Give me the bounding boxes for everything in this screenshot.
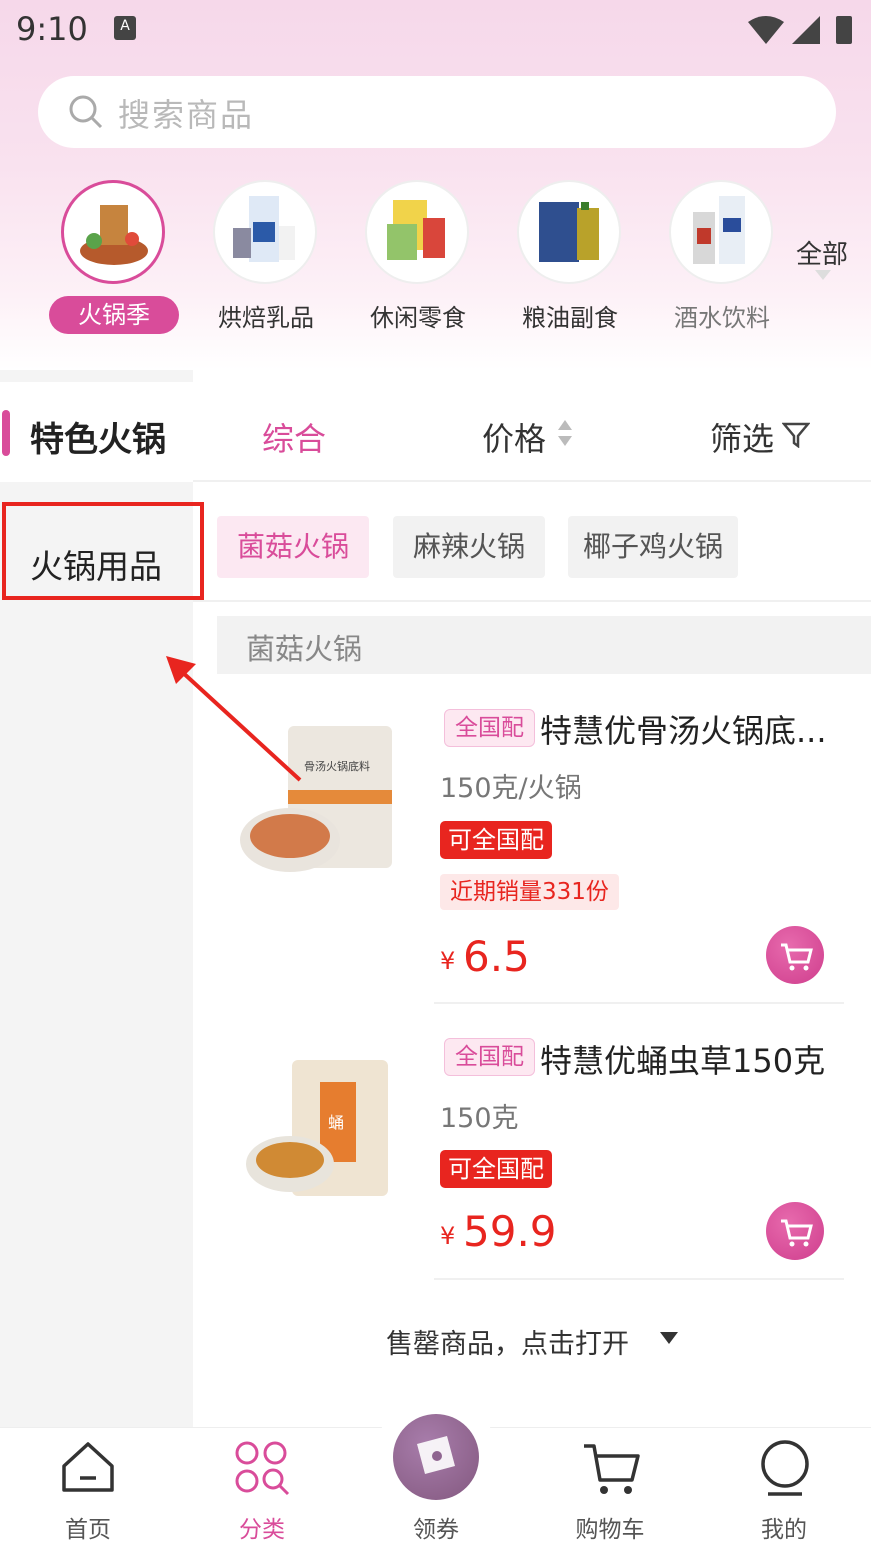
product-spec: 150克/火锅 (440, 773, 582, 804)
subtag-mushroom-hotpot[interactable]: 菌菇火锅 (217, 516, 369, 578)
sort-filter[interactable]: 筛选 (710, 414, 774, 460)
category-label[interactable]: 酒水饮料 (657, 298, 787, 333)
product-title[interactable]: 特慧优骨汤火锅底... (540, 706, 827, 752)
tab-cart[interactable]: 购物车 (560, 1510, 660, 1544)
category-dairy-image[interactable] (213, 180, 317, 284)
product-title[interactable]: 特慧优蛹虫草150克 (540, 1036, 825, 1082)
category-drinks-image[interactable] (669, 180, 773, 284)
divider (193, 600, 871, 602)
divider (193, 480, 871, 482)
category-label[interactable]: 烘焙乳品 (201, 298, 331, 333)
tab-coupon[interactable]: 领券 (386, 1510, 486, 1544)
category-label-active[interactable]: 火锅季 (49, 296, 179, 334)
nationwide-badge: 全国配 (444, 1038, 535, 1076)
sort-comprehensive[interactable]: 综合 (262, 414, 326, 460)
search-icon (69, 95, 103, 129)
cart-icon (781, 1219, 813, 1247)
search-input[interactable]: 搜索商品 (118, 90, 254, 136)
divider (434, 1278, 844, 1280)
profile-icon[interactable] (756, 1438, 814, 1498)
wifi-icon (748, 16, 784, 44)
sidebar-item-special-hotpot[interactable]: 特色火锅 (30, 412, 166, 461)
category-label[interactable]: 休闲零食 (353, 298, 483, 333)
add-to-cart-button[interactable] (766, 1202, 824, 1260)
sidebar-active-indicator (2, 410, 10, 456)
svg-text:蛹: 蛹 (328, 1113, 344, 1132)
category-icon[interactable] (234, 1440, 292, 1498)
signal-icon (792, 16, 820, 44)
product-price: 6.5 (463, 932, 530, 981)
product-image[interactable]: 蛹 (240, 1044, 400, 1204)
product-price: 59.9 (463, 1207, 557, 1256)
category-grain-oil-image[interactable] (517, 180, 621, 284)
caret-down-icon (660, 1332, 678, 1344)
cart-icon[interactable] (582, 1440, 640, 1498)
currency-symbol: ¥ (440, 1222, 456, 1250)
sort-price[interactable]: 价格 (482, 414, 546, 460)
filter-icon (782, 422, 810, 448)
home-icon[interactable] (60, 1440, 116, 1496)
ticket-icon (417, 1436, 455, 1474)
nationwide-badge: 全国配 (444, 709, 535, 747)
status-icons (748, 16, 852, 44)
product-spec: 150克 (440, 1103, 519, 1134)
sales-badge: 近期销量331份 (440, 874, 619, 910)
notification-icon: A (114, 16, 136, 40)
cart-icon (781, 943, 813, 971)
status-time: 9:10 (16, 10, 88, 48)
tab-category[interactable]: 分类 (212, 1510, 312, 1544)
chevron-down-icon (815, 270, 831, 280)
coupon-button[interactable] (393, 1414, 479, 1500)
category-hotpot-image[interactable] (61, 180, 165, 284)
battery-icon (836, 16, 852, 44)
subtag-coconut-chicken-hotpot[interactable]: 椰子鸡火锅 (568, 516, 738, 578)
annotation-highlight-box (2, 502, 204, 600)
add-to-cart-button[interactable] (766, 926, 824, 984)
delivery-badge: 可全国配 (440, 821, 552, 859)
divider (434, 1002, 844, 1004)
sort-arrows-icon (558, 420, 572, 446)
delivery-badge: 可全国配 (440, 1150, 552, 1188)
soldout-toggle[interactable]: 售罄商品，点击打开 (386, 1322, 629, 1361)
category-snacks-image[interactable] (365, 180, 469, 284)
category-label[interactable]: 粮油副食 (505, 298, 635, 333)
tab-mine[interactable]: 我的 (734, 1510, 834, 1544)
currency-symbol: ¥ (440, 947, 456, 975)
subtag-spicy-hotpot[interactable]: 麻辣火锅 (393, 516, 545, 578)
all-categories-button[interactable]: 全部 (796, 234, 848, 271)
tab-home[interactable]: 首页 (38, 1510, 138, 1544)
annotation-arrow (166, 656, 302, 782)
